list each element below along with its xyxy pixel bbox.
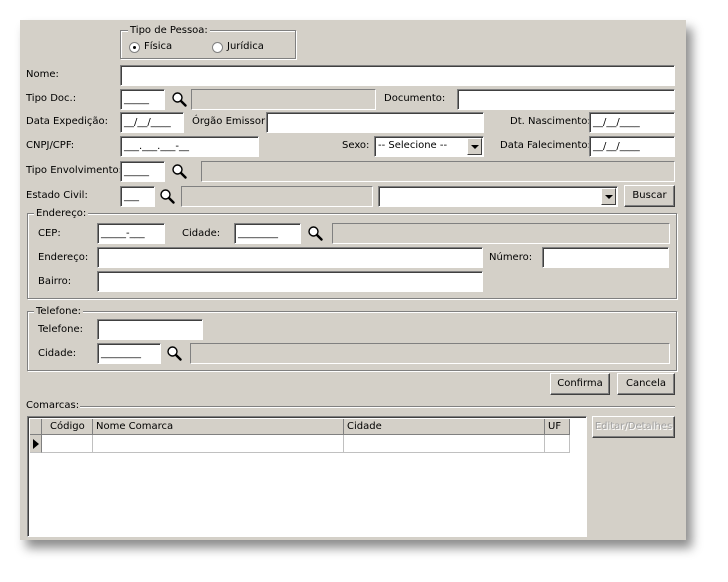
tipo-envolvimento-search-icon[interactable]: [171, 163, 187, 179]
grid-row-indicator[interactable]: [30, 435, 42, 453]
search-filter-dropdown-icon[interactable]: [601, 188, 616, 205]
cnpj-cpf-input[interactable]: ___.___.___-__: [120, 136, 259, 157]
cep-label: CEP:: [38, 228, 61, 239]
orgao-emissor-label: Órgão Emissor:: [192, 116, 269, 127]
sexo-select[interactable]: -- Selecione --: [374, 136, 484, 157]
tipo-envolvimento-label: Tipo Envolvimento:: [26, 165, 123, 176]
search-filter-select[interactable]: [378, 186, 618, 207]
sexo-dropdown-icon[interactable]: [467, 138, 482, 155]
radio-fisica[interactable]: [129, 42, 140, 53]
telefone-input[interactable]: [97, 319, 203, 340]
numero-input[interactable]: [542, 247, 669, 268]
telefone-cidade-input[interactable]: ________: [97, 343, 161, 364]
tipo-doc-label: Tipo Doc.:: [26, 93, 77, 104]
bairro-label: Bairro:: [38, 276, 72, 287]
comarcas-separator: [80, 406, 675, 408]
cancela-button[interactable]: Cancela: [617, 373, 675, 395]
endereco-label: Endereço:: [38, 252, 89, 263]
data-expedicao-label: Data Expedição:: [26, 116, 109, 127]
confirma-button[interactable]: Confirma: [550, 373, 610, 395]
sexo-label: Sexo:: [342, 140, 370, 151]
endereco-title: Endereço:: [34, 208, 89, 220]
grid-header-nome-comarca[interactable]: Nome Comarca: [93, 419, 344, 435]
label-juridica[interactable]: Jurídica: [227, 41, 264, 53]
endereco-cidade-input[interactable]: ________: [234, 223, 301, 244]
nome-input[interactable]: [120, 65, 675, 86]
data-falecimento-label: Data Falecimento:: [500, 140, 591, 151]
data-expedicao-input[interactable]: __/__/____: [120, 112, 184, 133]
sexo-select-value: -- Selecione --: [378, 140, 448, 151]
tipo-envolvimento-input[interactable]: _____: [120, 161, 165, 182]
estado-civil-input[interactable]: ___: [120, 186, 155, 207]
telefone-cidade-label: Cidade:: [38, 348, 77, 359]
current-row-arrow-icon: [33, 439, 39, 449]
bairro-input[interactable]: [97, 271, 483, 292]
tipo-pessoa-title: Tipo de Pessoa:: [128, 25, 210, 37]
table-row-uf[interactable]: [545, 435, 570, 453]
telefone-cidade-description: [190, 343, 670, 364]
endereco-cidade-description: [332, 223, 670, 244]
telefone-cidade-search-icon[interactable]: [166, 345, 182, 361]
grid-header-codigo[interactable]: Código: [42, 419, 93, 435]
telefone-label: Telefone:: [38, 324, 83, 335]
data-falecimento-input[interactable]: __/__/____: [589, 136, 675, 157]
orgao-emissor-input[interactable]: [266, 112, 484, 133]
form-window: Tipo de Pessoa: Física Jurídica Nome: Ti…: [20, 20, 686, 540]
dt-nascimento-label: Dt. Nascimento:: [510, 116, 591, 127]
tipo-doc-description: [191, 89, 376, 110]
telefone-title: Telefone:: [34, 306, 83, 318]
numero-label: Número:: [489, 252, 533, 263]
estado-civil-search-icon[interactable]: [159, 188, 175, 204]
endereco-cidade-search-icon[interactable]: [307, 225, 323, 241]
grid-header-uf[interactable]: UF: [545, 419, 570, 435]
radio-juridica[interactable]: [212, 42, 223, 53]
tipo-doc-search-icon[interactable]: [171, 91, 187, 107]
buscar-button[interactable]: Buscar: [624, 185, 675, 207]
table-row-cidade[interactable]: [344, 435, 545, 453]
dt-nascimento-input[interactable]: __/__/____: [589, 112, 675, 133]
documento-input[interactable]: [457, 89, 675, 110]
documento-label: Documento:: [384, 93, 446, 104]
estado-civil-description: [181, 186, 373, 207]
table-row-nome-comarca[interactable]: [93, 435, 344, 453]
endereco-cidade-label: Cidade:: [182, 228, 221, 239]
cnpj-cpf-label: CNPJ/CPF:: [26, 140, 75, 151]
nome-label: Nome:: [26, 69, 59, 80]
comarcas-label: Comarcas:: [26, 400, 80, 411]
label-fisica[interactable]: Física: [144, 41, 172, 53]
tipo-doc-input[interactable]: _____: [120, 89, 165, 110]
tipo-envolvimento-description: [201, 161, 675, 182]
editar-detalhes-button[interactable]: Editar/Detalhes: [592, 416, 675, 438]
grid-indicator-header: [30, 419, 42, 435]
endereco-input[interactable]: [97, 247, 483, 268]
table-row-codigo[interactable]: [42, 435, 93, 453]
cep-input[interactable]: _____-___: [97, 223, 165, 244]
estado-civil-label: Estado Civil:: [26, 190, 88, 201]
grid-header-cidade[interactable]: Cidade: [344, 419, 545, 435]
comarcas-grid[interactable]: Código Nome Comarca Cidade UF: [27, 416, 587, 537]
